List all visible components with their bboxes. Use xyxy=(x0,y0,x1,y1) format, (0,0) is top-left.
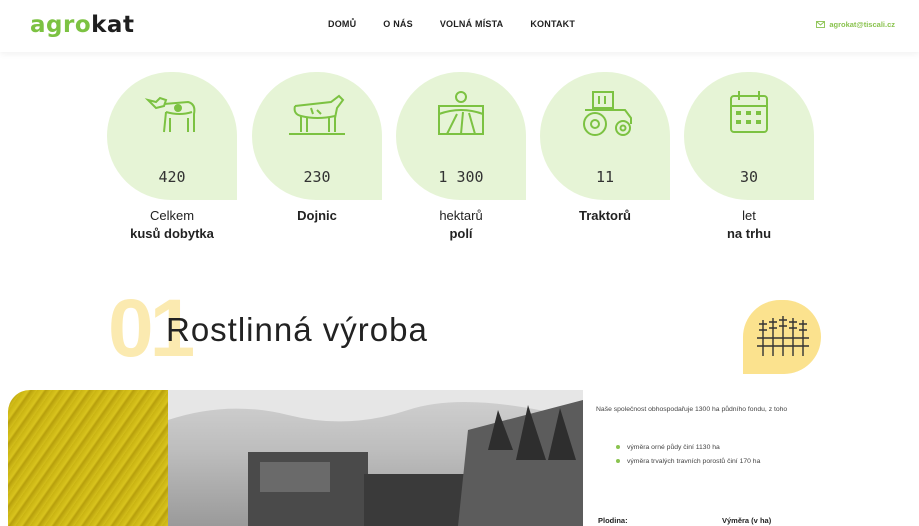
stat-value: 230 xyxy=(303,168,331,186)
section-badge xyxy=(743,300,821,374)
stat-label-line2: polí xyxy=(449,226,473,241)
list-item: výměra trvalých travních porostů činí 17… xyxy=(614,456,824,467)
main-nav: DOMŮ O NÁS VOLNÁ MÍSTA KONTAKT xyxy=(328,19,575,29)
harvest-photo xyxy=(8,390,583,526)
email-text: agrokat@tiscali.cz xyxy=(829,20,895,29)
tractor-icon xyxy=(583,91,632,136)
bullet-list: výměra orné půdy činí 1130 ha výměra trv… xyxy=(614,442,824,470)
wheat-icon xyxy=(757,316,809,356)
site-header: agrokat DOMŮ O NÁS VOLNÁ MÍSTA KONTAKT a… xyxy=(0,0,919,52)
stat-value: 1 300 xyxy=(438,168,484,186)
dairy-cow-icon xyxy=(289,94,345,135)
logo-kat: kat xyxy=(91,12,135,38)
logo-agro: agro xyxy=(30,12,92,38)
stat-label-line1: let xyxy=(742,208,756,223)
stat-value: 11 xyxy=(595,168,615,186)
stat-value: 30 xyxy=(739,168,759,186)
mail-icon xyxy=(816,21,826,28)
list-item: výměra orné půdy činí 1130 ha xyxy=(614,442,824,453)
email-link[interactable]: agrokat@tiscali.cz xyxy=(816,20,895,29)
stat-value: 420 xyxy=(158,168,186,186)
intro-text: Naše společnost obhospodařuje 1300 ha pů… xyxy=(596,406,788,413)
calendar-icon xyxy=(730,91,768,133)
section-title: Rostlinná výroba xyxy=(166,311,428,348)
table-header-crop: Plodina: xyxy=(598,516,628,525)
nav-about[interactable]: O NÁS xyxy=(383,19,413,29)
logo[interactable]: agrokat xyxy=(30,12,134,38)
field-image xyxy=(8,390,168,526)
nav-home[interactable]: DOMŮ xyxy=(328,19,356,29)
field-icon xyxy=(438,91,484,135)
nav-contact[interactable]: KONTAKT xyxy=(530,19,575,29)
nav-jobs[interactable]: VOLNÁ MÍSTA xyxy=(440,19,504,29)
stat-label-line2: na trhu xyxy=(726,226,772,241)
table-header-area: Výměra (v ha) xyxy=(722,516,772,525)
machinery-image xyxy=(168,390,583,526)
cow-icon xyxy=(144,96,196,133)
stat-label-line2: kusů dobytka xyxy=(130,226,214,241)
